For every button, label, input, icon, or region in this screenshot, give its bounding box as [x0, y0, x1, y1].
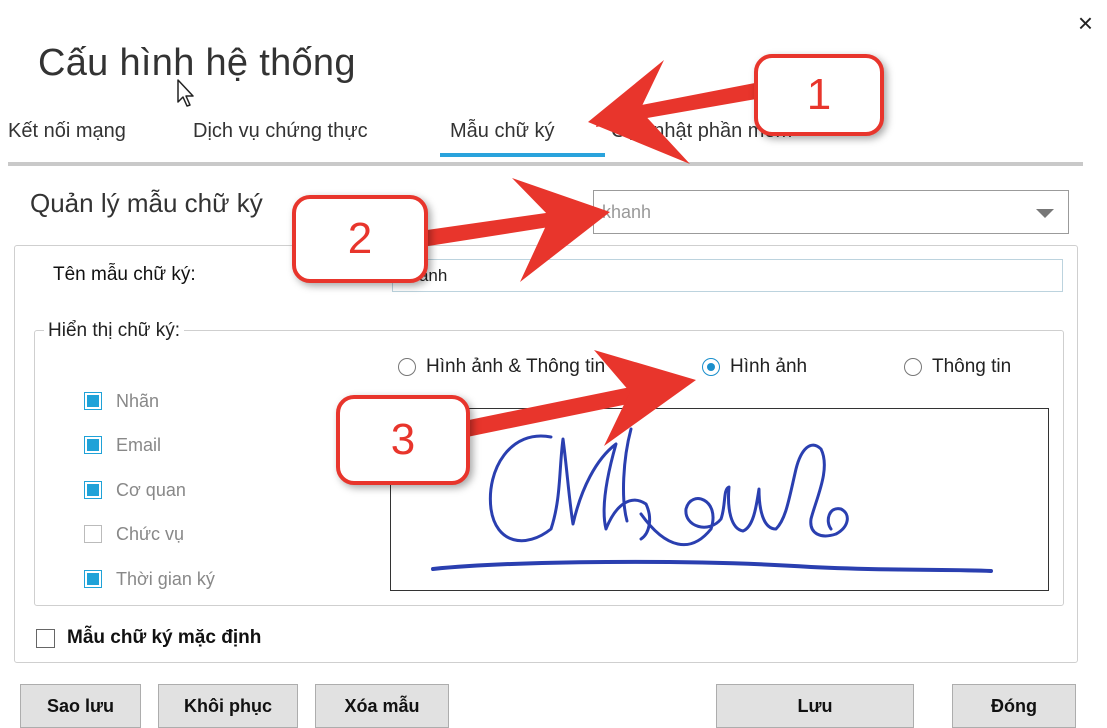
checkbox-box[interactable]: [84, 525, 102, 543]
template-name-input[interactable]: [392, 259, 1063, 292]
delete-template-button[interactable]: Xóa mẫu: [315, 684, 449, 728]
checkbox-box[interactable]: [84, 481, 102, 499]
annotation-callout-1: 1: [754, 54, 884, 136]
template-name-label: Tên mẫu chữ ký:: [53, 264, 196, 285]
checkbox-label: Thời gian ký: [116, 569, 215, 589]
close-button[interactable]: Đóng: [952, 684, 1076, 728]
tab-bar: Kết nối mạng Dịch vụ chứng thực Mẫu chữ …: [8, 118, 1083, 166]
radio-label: Hình ảnh & Thông tin: [426, 356, 606, 377]
default-template-checkbox[interactable]: [36, 629, 55, 648]
default-template-label: Mẫu chữ ký mặc định: [67, 627, 262, 648]
mouse-cursor-icon: [177, 79, 194, 107]
display-group-legend: Hiển thị chữ ký:: [44, 320, 185, 342]
radio-circle[interactable]: [702, 358, 720, 376]
checkbox-label: Email: [116, 435, 162, 455]
backup-button[interactable]: Sao lưu: [20, 684, 141, 728]
template-select[interactable]: khanh: [593, 190, 1069, 234]
section-title: Quản lý mẫu chữ ký: [30, 188, 263, 218]
signature-image: [431, 427, 993, 573]
annotation-arrow-2: [420, 211, 562, 247]
annotation-callout-3: 3: [336, 395, 470, 485]
tab-dich-vu-chung-thuc[interactable]: Dịch vụ chứng thực: [193, 120, 368, 153]
save-button[interactable]: Lưu: [716, 684, 914, 728]
checkbox-label: Nhãn: [116, 391, 160, 411]
radio-label: Hình ảnh: [730, 356, 808, 377]
radio-circle[interactable]: [398, 358, 416, 376]
restore-button[interactable]: Khôi phục: [158, 684, 298, 728]
checkbox-label: Chức vụ: [116, 524, 185, 544]
radio-label: Thông tin: [932, 356, 1012, 377]
checkbox-box[interactable]: [84, 392, 102, 410]
tab-ket-noi-mang[interactable]: Kết nối mạng: [8, 120, 126, 153]
checkbox-box[interactable]: [84, 570, 102, 588]
close-icon[interactable]: ×: [1078, 10, 1093, 36]
radio-circle[interactable]: [904, 358, 922, 376]
signature-preview: [390, 408, 1049, 591]
template-select-value: khanh: [602, 202, 652, 222]
chevron-down-icon: [1036, 209, 1054, 218]
tab-mau-chu-ky[interactable]: Mẫu chữ ký: [440, 120, 605, 157]
checkbox-box[interactable]: [84, 436, 102, 454]
checkbox-label: Cơ quan: [116, 480, 186, 500]
annotation-callout-2: 2: [292, 195, 428, 283]
